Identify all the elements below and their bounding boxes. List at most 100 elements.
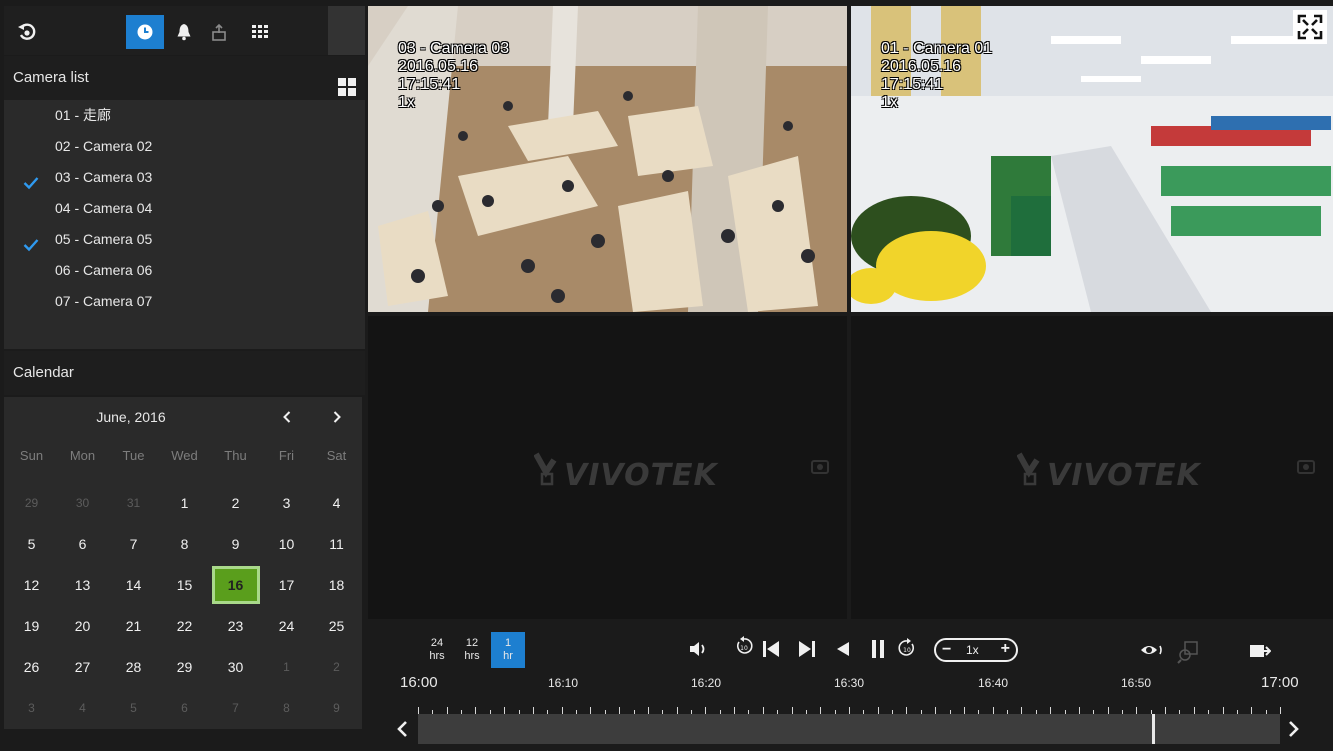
calendar-day[interactable]: 24	[261, 606, 312, 646]
timeline-track[interactable]	[418, 714, 1280, 744]
calendar-day[interactable]: 5	[108, 688, 159, 728]
osd-date: 2016.05.16	[881, 58, 962, 75]
svg-text:10: 10	[903, 647, 911, 654]
eye-icon[interactable]	[1140, 642, 1166, 663]
skip-forward-icon[interactable]	[798, 640, 816, 663]
timeline-tick	[734, 707, 735, 714]
chevron-left-icon[interactable]	[396, 720, 408, 743]
calendar-day[interactable]: 10	[261, 524, 312, 564]
speed-decrease-button[interactable]: −	[942, 641, 951, 659]
calendar-day[interactable]: 23	[210, 606, 261, 646]
toolbar-spacer	[328, 6, 365, 55]
playback-clock-icon[interactable]	[126, 15, 164, 49]
rewind-10-icon[interactable]: 10	[735, 636, 753, 661]
export-icon[interactable]	[200, 15, 238, 49]
timeline-tick	[1136, 707, 1137, 714]
calendar-day[interactable]: 3	[261, 483, 312, 523]
osd-time: 17:15:41	[881, 76, 944, 93]
timeline-position-marker[interactable]	[1152, 714, 1155, 744]
calendar-day[interactable]: 14	[108, 565, 159, 605]
calendar-day[interactable]: 1	[261, 647, 312, 687]
range-24hrs-button[interactable]: 24 hrs	[420, 632, 454, 668]
camera-name: 03 - Camera 03	[398, 40, 510, 57]
calendar-day[interactable]: 31	[108, 483, 159, 523]
timeline-tick	[1108, 707, 1109, 714]
calendar-day[interactable]: 13	[57, 565, 108, 605]
calendar-day[interactable]: 5	[6, 524, 57, 564]
calendar-day[interactable]: 29	[6, 483, 57, 523]
camera-item-05[interactable]: 05 - Camera 05	[4, 224, 365, 255]
calendar-day[interactable]: 21	[108, 606, 159, 646]
calendar-day[interactable]: 19	[6, 606, 57, 646]
calendar-day[interactable]: 1	[159, 483, 210, 523]
layout-grid-icon[interactable]	[242, 15, 280, 49]
weekday-sat: Sat	[326, 448, 347, 463]
fullscreen-icon[interactable]	[1293, 10, 1327, 44]
calendar-day[interactable]: 11	[311, 524, 362, 564]
video-tile-4-empty[interactable]: VIVOTEK	[851, 316, 1333, 619]
calendar-day[interactable]: 7	[108, 524, 159, 564]
chevron-left-icon[interactable]	[272, 403, 302, 431]
calendar-day[interactable]: 30	[210, 647, 261, 687]
calendar-day[interactable]: 6	[57, 524, 108, 564]
video-tile-3-empty[interactable]: VIVOTEK	[368, 316, 847, 619]
calendar-day[interactable]: 4	[311, 483, 362, 523]
calendar-day[interactable]: 20	[57, 606, 108, 646]
calendar-day[interactable]: 29	[159, 647, 210, 687]
timeline-label: 16:10	[548, 676, 579, 690]
timeline-label: 16:40	[978, 676, 1009, 690]
chevron-right-icon[interactable]	[1288, 720, 1300, 743]
weekday-fri: Fri	[278, 448, 295, 463]
export-video-icon[interactable]	[1249, 642, 1272, 665]
calendar-month: June, 2016	[96, 409, 166, 425]
calendar-day[interactable]: 26	[6, 647, 57, 687]
calendar-day[interactable]: 8	[159, 524, 210, 564]
calendar-day[interactable]: 7	[210, 688, 261, 728]
chevron-right-icon[interactable]	[322, 403, 352, 431]
speed-increase-button[interactable]: +	[1001, 640, 1010, 658]
camera-item-02[interactable]: 02 - Camera 02	[4, 131, 365, 162]
camera-item-07[interactable]: 07 - Camera 07	[4, 286, 365, 317]
calendar-day[interactable]: 27	[57, 647, 108, 687]
camera-item-label: 04 - Camera 04	[55, 200, 153, 216]
calendar-day[interactable]: 12	[6, 565, 57, 605]
calendar-day[interactable]: 16	[210, 565, 261, 605]
timeline-label: 16:20	[691, 676, 722, 690]
calendar-day[interactable]: 22	[159, 606, 210, 646]
speed-value: 1x	[966, 643, 979, 657]
calendar-day[interactable]: 4	[57, 688, 108, 728]
calendar-day[interactable]: 2	[210, 483, 261, 523]
timeline-tick	[849, 707, 850, 714]
camera-item-06[interactable]: 06 - Camera 06	[4, 255, 365, 286]
calendar-day[interactable]: 17	[261, 565, 312, 605]
pause-icon[interactable]	[871, 640, 885, 663]
camera-item-04[interactable]: 04 - Camera 04	[4, 193, 365, 224]
camera-item-03[interactable]: 03 - Camera 03	[4, 162, 365, 193]
calendar-day[interactable]: 9	[311, 688, 362, 728]
calendar-day[interactable]: 28	[108, 647, 159, 687]
skip-back-icon[interactable]	[762, 640, 780, 663]
camera-item-01[interactable]: 01 - 走廊	[4, 100, 365, 131]
search-zoom-icon[interactable]	[1176, 640, 1200, 669]
top-toolbar	[4, 6, 328, 55]
play-reverse-icon[interactable]	[836, 642, 850, 661]
timeline-tick	[504, 707, 505, 714]
back-icon[interactable]	[8, 15, 46, 49]
range-1hr-button[interactable]: 1 hr	[491, 632, 525, 668]
calendar-day[interactable]: 9	[210, 524, 261, 564]
alarm-bell-icon[interactable]	[165, 15, 203, 49]
calendar-day[interactable]: 2	[311, 647, 362, 687]
calendar-day[interactable]: 25	[311, 606, 362, 646]
video-tile-2[interactable]: 01 - Camera 01 2016.05.16 17:15:41 1x	[851, 6, 1333, 312]
calendar-day[interactable]: 30	[57, 483, 108, 523]
calendar-day[interactable]: 8	[261, 688, 312, 728]
calendar-day[interactable]: 3	[6, 688, 57, 728]
forward-10-icon[interactable]: 10	[898, 638, 916, 663]
range-12hrs-button[interactable]: 12 hrs	[455, 632, 489, 668]
calendar-day[interactable]: 18	[311, 565, 362, 605]
calendar-day[interactable]: 6	[159, 688, 210, 728]
osd-date: 2016.05.16	[398, 58, 479, 75]
video-tile-1[interactable]: 03 - Camera 03 2016.05.16 17:15:41 1x	[368, 6, 847, 312]
volume-icon[interactable]	[688, 640, 708, 663]
calendar-day[interactable]: 15	[159, 565, 210, 605]
